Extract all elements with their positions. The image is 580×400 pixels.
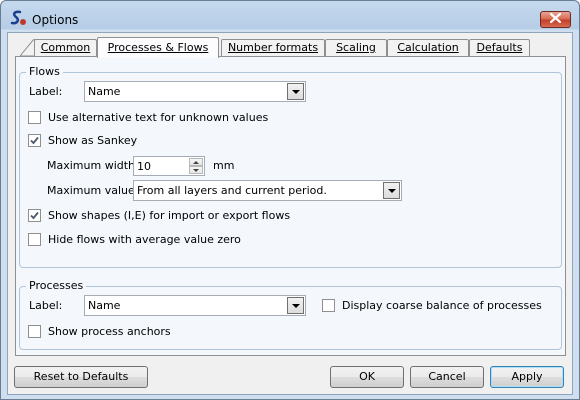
apply-button[interactable]: Apply	[490, 366, 564, 388]
alt-text-label[interactable]: Use alternative text for unknown values	[48, 111, 268, 124]
ok-button[interactable]: OK	[330, 366, 404, 388]
flows-group-title: Flows	[26, 65, 63, 78]
close-button[interactable]	[540, 11, 571, 28]
chevron-down-icon[interactable]	[383, 182, 400, 199]
cancel-button[interactable]: Cancel	[410, 366, 484, 388]
alt-text-checkbox[interactable]	[28, 111, 41, 124]
tab-label: Calculation	[397, 41, 459, 54]
tab-label: Defaults	[476, 41, 523, 54]
show-shapes-label[interactable]: Show shapes (I,E) for import or export f…	[48, 209, 290, 222]
tab-common[interactable]: Common	[34, 39, 97, 56]
flows-label-caption: Label:	[29, 85, 63, 98]
max-width-value: 10	[137, 160, 151, 173]
show-anchors-label[interactable]: Show process anchors	[48, 325, 171, 338]
max-value-caption: Maximum value:	[47, 184, 139, 197]
max-value-value: From all layers and current period.	[137, 184, 327, 197]
flows-group: Flows Label: Name Use alternative text f…	[19, 65, 562, 268]
processes-label-caption: Label:	[29, 299, 63, 312]
options-window: Options Common Processes & Flows Number …	[0, 0, 580, 400]
hide-zero-label[interactable]: Hide flows with average value zero	[48, 233, 241, 246]
hide-zero-checkbox[interactable]	[28, 233, 41, 246]
show-sankey-checkbox[interactable]	[28, 134, 41, 147]
tab-label: Processes & Flows	[107, 41, 209, 54]
title-bar[interactable]: Options	[1, 1, 579, 33]
max-width-input[interactable]: 10	[133, 156, 205, 176]
app-logo-icon	[9, 10, 27, 26]
max-width-stepper[interactable]	[189, 158, 203, 174]
dialog-client: Common Processes & Flows Number formats …	[7, 32, 573, 395]
reset-defaults-button[interactable]: Reset to Defaults	[14, 366, 148, 388]
show-shapes-checkbox[interactable]	[28, 209, 41, 222]
close-icon	[549, 12, 562, 26]
chevron-down-icon[interactable]	[287, 83, 304, 100]
max-width-caption: Maximum width:	[47, 159, 139, 172]
flows-label-select[interactable]: Name	[84, 81, 306, 102]
tab-calculation[interactable]: Calculation	[387, 39, 469, 56]
coarse-balance-checkbox[interactable]	[322, 299, 335, 312]
show-anchors-checkbox[interactable]	[28, 325, 41, 338]
tab-scaling[interactable]: Scaling	[325, 39, 387, 56]
spin-down-icon[interactable]	[189, 166, 203, 174]
processes-label-value: Name	[88, 299, 121, 312]
tab-processes-flows[interactable]: Processes & Flows	[97, 37, 219, 58]
tab-panel: Flows Label: Name Use alternative text f…	[15, 56, 566, 356]
flows-label-value: Name	[88, 85, 121, 98]
tab-label: Scaling	[336, 41, 376, 54]
tab-number-formats[interactable]: Number formats	[221, 39, 325, 56]
chevron-down-icon[interactable]	[287, 297, 304, 314]
show-sankey-label[interactable]: Show as Sankey	[48, 134, 137, 147]
window-title: Options	[32, 13, 79, 27]
processes-label-select[interactable]: Name	[84, 295, 306, 316]
tab-defaults[interactable]: Defaults	[469, 39, 530, 56]
spin-up-icon[interactable]	[189, 158, 203, 166]
processes-group-title: Processes	[26, 279, 87, 292]
coarse-balance-label[interactable]: Display coarse balance of processes	[342, 299, 542, 312]
tab-label: Common	[40, 41, 91, 54]
max-width-unit: mm	[213, 159, 235, 172]
tab-label: Number formats	[227, 41, 319, 54]
processes-group: Processes Label: Name Display coarse bal…	[19, 279, 562, 350]
max-value-select[interactable]: From all layers and current period.	[133, 180, 402, 201]
